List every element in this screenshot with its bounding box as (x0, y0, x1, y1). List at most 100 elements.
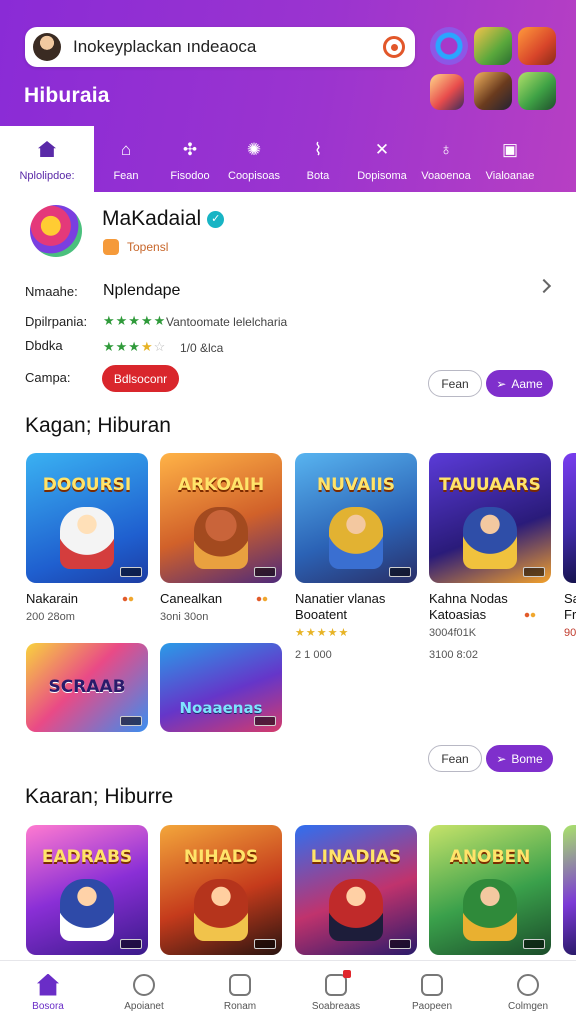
game-card[interactable]: ARKOAIH (160, 453, 282, 583)
tab-label: Fean (113, 170, 139, 182)
detail-value[interactable]: Nplendape (103, 282, 180, 300)
nav-item-home[interactable]: Bosora (0, 961, 96, 1024)
section-title: Kagan; Hiburan (25, 414, 171, 437)
home-icon (38, 140, 56, 158)
tab-label: Fisodoo (170, 170, 210, 182)
chevron-right-icon[interactable] (536, 278, 552, 294)
game-card[interactable]: EADRABS (26, 825, 148, 955)
rating-dots-icon (122, 596, 134, 602)
card-art-title: DOOURSI (42, 475, 132, 495)
game-title[interactable]: Nakarain (26, 591, 78, 607)
app-header: Inokeyplackan ındeaoca Hiburaia Nplolipd… (0, 0, 576, 192)
tab-label: Dopisoma (357, 170, 407, 182)
tab-voaoenoa[interactable]: ♁ Voaoenoa (414, 126, 478, 192)
game-meta: 3oni 30on (160, 611, 209, 623)
game-meta: 200 28om (26, 611, 75, 623)
face-icon (133, 973, 155, 996)
character-illustration (194, 507, 248, 569)
nav-item-paopeen[interactable]: Paopeen (384, 961, 480, 1024)
search-bar[interactable]: Inokeyplackan ındeaoca (25, 27, 415, 67)
avatar[interactable] (33, 33, 61, 61)
card-badge (120, 567, 142, 577)
featured-app-name[interactable]: MaKadaial ✓ (102, 207, 225, 231)
game-subtitle: Fr (564, 607, 576, 622)
card-art-title: SCRAAB (48, 677, 126, 697)
share-icon: ➢ (496, 376, 507, 391)
game-card[interactable] (563, 825, 576, 955)
card-badge (389, 939, 411, 949)
game-app-icon-1[interactable] (474, 27, 512, 65)
game-meta: 2 1 000 (295, 649, 332, 661)
character-illustration (329, 507, 383, 569)
game-title[interactable]: Canealkan (160, 591, 222, 607)
game-title[interactable]: Sa (564, 591, 576, 607)
game-app-icon-3[interactable] (430, 74, 464, 110)
nav-item-apoianet[interactable]: Apoianet (96, 961, 192, 1024)
character-illustration (194, 879, 248, 941)
verified-icon: ✓ (207, 210, 225, 228)
tab-label: Vialoanae (485, 170, 535, 182)
game-app-icon-4[interactable] (474, 72, 512, 110)
game-card[interactable]: Noaaenas (160, 643, 282, 732)
card-badge (254, 939, 276, 949)
game-card[interactable]: ANOBEN (429, 825, 551, 955)
tab-fean[interactable]: ⌂ Fean (94, 126, 158, 192)
search-input[interactable]: Inokeyplackan ındeaoca (73, 37, 383, 57)
gamepad-icon: ✣ (182, 139, 198, 159)
tab-bota[interactable]: ⌇ Bota (286, 126, 350, 192)
tab-home[interactable]: Nplolipdoe: (0, 126, 94, 192)
nav-label: Colmgen (507, 1000, 549, 1012)
rating-stars: ★★★★★ (103, 313, 167, 328)
nav-item-soabreaas[interactable]: Soabreaas (288, 961, 384, 1024)
primary-button[interactable]: ➢ Bome (486, 745, 553, 772)
card-art-title: ARKOAIH (177, 475, 265, 495)
detail-label: Nmaahe: (25, 284, 78, 299)
tab-dopisoma[interactable]: ✕ Dopisoma (350, 126, 414, 192)
game-subtitle: Booatent (295, 607, 348, 622)
game-card[interactable]: SCRAAB (26, 643, 148, 732)
card-art-title: EADRABS (41, 847, 133, 867)
card-badge (523, 567, 545, 577)
nav-item-colmgen[interactable]: Colmgen (480, 961, 576, 1024)
ring-app-icon[interactable] (430, 27, 468, 65)
card-art-title: NUVAIIS (316, 475, 396, 495)
tab-label: Coopisoas (228, 170, 280, 182)
secondary-button[interactable]: Fean (428, 745, 482, 772)
profile-icon (517, 973, 539, 996)
character-illustration (463, 507, 517, 569)
game-card[interactable]: NUVAIIS (295, 453, 417, 583)
category-tabs: Nplolipdoe: ⌂ Fean ✣ Fisodoo ✺ Coopisoas… (0, 126, 576, 192)
secondary-button[interactable]: Fean (428, 370, 482, 397)
game-card[interactable]: NIHADS (160, 825, 282, 955)
card-badge (389, 567, 411, 577)
character-illustration (60, 879, 114, 941)
tab-coopisoas[interactable]: ✺ Coopisoas (222, 126, 286, 192)
game-card[interactable] (563, 453, 576, 583)
image-icon: ▣ (501, 139, 519, 159)
detail-label: Campa: (25, 370, 71, 385)
rating-dots-icon (524, 612, 536, 618)
game-app-icon-5[interactable] (518, 72, 556, 110)
search-icon[interactable] (383, 36, 405, 58)
character-illustration (60, 507, 114, 569)
notification-icon (325, 969, 351, 996)
tab-vialoanae[interactable]: ▣ Vialoanae (478, 126, 542, 192)
tab-fisodoo[interactable]: ✣ Fisodoo (158, 126, 222, 192)
game-card[interactable]: TAUUAARS (429, 453, 551, 583)
button-label: Bome (511, 751, 543, 766)
game-card[interactable]: DOOURSI (26, 453, 148, 583)
game-card[interactable]: LINADIAS (295, 825, 417, 955)
game-title[interactable]: Nanatier vlanas (295, 591, 385, 607)
category-pill[interactable]: Bdlsoconr (102, 365, 179, 392)
game-app-icon-2[interactable] (518, 27, 556, 65)
badge-icon (103, 239, 119, 255)
card-badge (120, 939, 142, 949)
rating-dots-icon (256, 596, 268, 602)
featured-app-icon[interactable] (30, 205, 82, 257)
primary-button[interactable]: ➢ Aame (486, 370, 553, 397)
rating-stars: ★★★★☆ (103, 339, 167, 354)
character-illustration (329, 879, 383, 941)
game-title[interactable]: Kahna Nodas (429, 591, 508, 607)
nav-item-ronam[interactable]: Ronam (192, 961, 288, 1024)
tab-label: Voaoenoa (421, 170, 471, 182)
